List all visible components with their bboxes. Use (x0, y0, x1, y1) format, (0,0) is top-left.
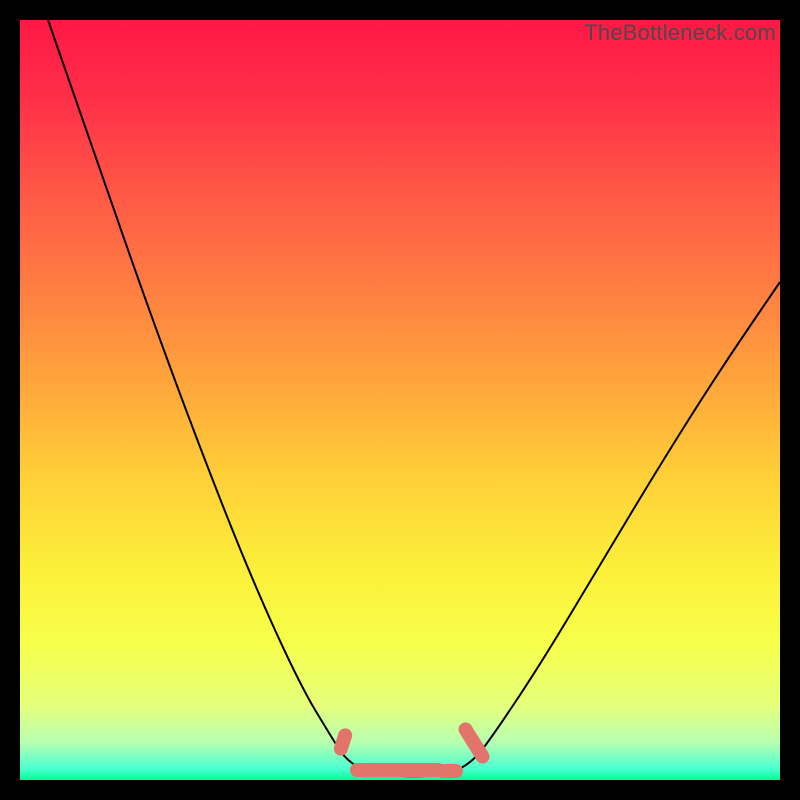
curve-layer (20, 20, 780, 780)
bottleneck-curve (48, 20, 780, 776)
bottleneck-curve-path (48, 20, 780, 776)
chart-frame: TheBottleneck.com (20, 20, 780, 780)
bottom-markers (332, 720, 492, 778)
valley-marker-1 (350, 763, 445, 777)
watermark-text: TheBottleneck.com (584, 20, 776, 46)
valley-marker-2 (435, 764, 463, 778)
